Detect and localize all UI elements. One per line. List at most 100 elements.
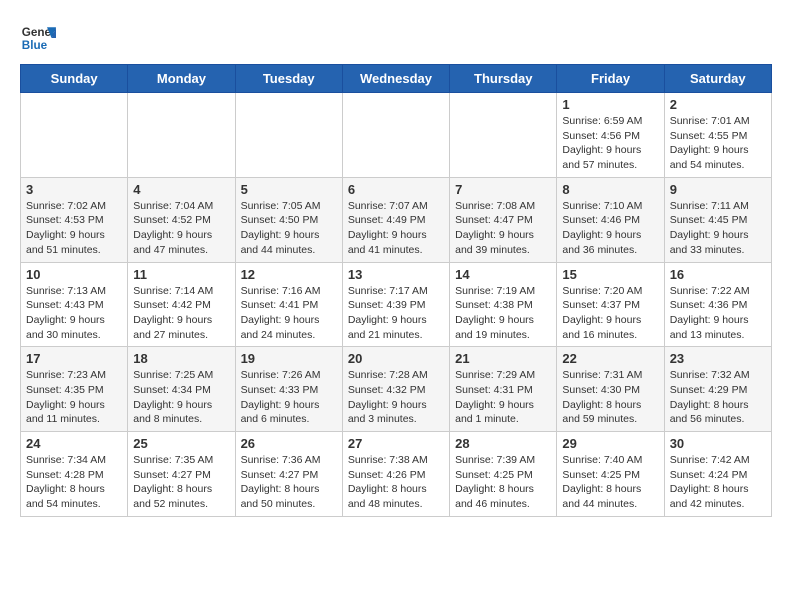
day-number: 21 xyxy=(455,351,551,366)
day-number: 1 xyxy=(562,97,658,112)
day-number: 17 xyxy=(26,351,122,366)
calendar-cell: 26 Sunrise: 7:36 AM Sunset: 4:27 PM Dayli… xyxy=(235,432,342,517)
day-number: 8 xyxy=(562,182,658,197)
day-number: 7 xyxy=(455,182,551,197)
logo-icon: General Blue xyxy=(20,20,56,56)
day-number: 14 xyxy=(455,267,551,282)
day-info: Sunrise: 7:02 AM Sunset: 4:53 PM Dayligh… xyxy=(26,199,122,258)
day-info: Sunrise: 7:10 AM Sunset: 4:46 PM Dayligh… xyxy=(562,199,658,258)
day-number: 26 xyxy=(241,436,337,451)
calendar-cell: 6Sunrise: 7:07 AM Sunset: 4:49 PM Daylig… xyxy=(342,177,449,262)
day-info: Sunrise: 7:16 AM Sunset: 4:41 PM Dayligh… xyxy=(241,284,337,343)
day-number: 16 xyxy=(670,267,766,282)
calendar-week-row: 3Sunrise: 7:02 AM Sunset: 4:53 PM Daylig… xyxy=(21,177,772,262)
day-number: 4 xyxy=(133,182,229,197)
day-number: 28 xyxy=(455,436,551,451)
day-info: Sunrise: 7:29 AM Sunset: 4:31 PM Dayligh… xyxy=(455,368,551,427)
calendar-cell: 22 Sunrise: 7:31 AM Sunset: 4:30 PM Dayli… xyxy=(557,347,664,432)
day-info: Sunrise: 7:13 AM Sunset: 4:43 PM Dayligh… xyxy=(26,284,122,343)
calendar-week-row: 24Sunrise: 7:34 AM Sunset: 4:28 PM Dayli… xyxy=(21,432,772,517)
day-info: Sunrise: 7:42 AM Sunset: 4:24 PM Dayligh… xyxy=(670,453,766,512)
day-info: Sunrise: 7:05 AM Sunset: 4:50 PM Dayligh… xyxy=(241,199,337,258)
day-number: 19 xyxy=(241,351,337,366)
calendar-week-row: 17 Sunrise: 7:23 AM Sunset: 4:35 PM Dayli… xyxy=(21,347,772,432)
day-number: 27 xyxy=(348,436,444,451)
svg-text:Blue: Blue xyxy=(22,39,48,52)
calendar-week-row: 10 Sunrise: 7:13 AM Sunset: 4:43 PM Dayli… xyxy=(21,262,772,347)
day-number: 5 xyxy=(241,182,337,197)
day-info: Sunrise: 7:14 AM Sunset: 4:42 PM Dayligh… xyxy=(133,284,229,343)
day-info: Sunrise: 6:59 AM Sunset: 4:56 PM Dayligh… xyxy=(562,114,658,173)
day-info: Sunrise: 7:40 AM Sunset: 4:25 PM Dayligh… xyxy=(562,453,658,512)
day-number: 11 xyxy=(133,267,229,282)
calendar-cell: 10 Sunrise: 7:13 AM Sunset: 4:43 PM Dayli… xyxy=(21,262,128,347)
calendar-cell: 12 Sunrise: 7:16 AM Sunset: 4:41 PM Dayli… xyxy=(235,262,342,347)
day-info: Sunrise: 7:22 AM Sunset: 4:36 PM Dayligh… xyxy=(670,284,766,343)
day-number: 25 xyxy=(133,436,229,451)
calendar-cell: 2 Sunrise: 7:01 AM Sunset: 4:55 PM Daylig… xyxy=(664,93,771,178)
calendar-cell xyxy=(342,93,449,178)
calendar-cell: 8 Sunrise: 7:10 AM Sunset: 4:46 PM Daylig… xyxy=(557,177,664,262)
calendar-cell xyxy=(128,93,235,178)
calendar-cell: 28Sunrise: 7:39 AM Sunset: 4:25 PM Dayli… xyxy=(450,432,557,517)
day-info: Sunrise: 7:38 AM Sunset: 4:26 PM Dayligh… xyxy=(348,453,444,512)
logo: General Blue xyxy=(20,20,56,56)
day-of-week-header: Friday xyxy=(557,65,664,93)
calendar-cell: 25 Sunrise: 7:35 AM Sunset: 4:27 PM Dayli… xyxy=(128,432,235,517)
page-header: General Blue xyxy=(20,20,772,56)
calendar-cell: 1 Sunrise: 6:59 AM Sunset: 4:56 PM Daylig… xyxy=(557,93,664,178)
day-of-week-header: Tuesday xyxy=(235,65,342,93)
calendar-cell: 4 Sunrise: 7:04 AM Sunset: 4:52 PM Daylig… xyxy=(128,177,235,262)
day-number: 30 xyxy=(670,436,766,451)
calendar-cell: 3Sunrise: 7:02 AM Sunset: 4:53 PM Daylig… xyxy=(21,177,128,262)
calendar-cell xyxy=(21,93,128,178)
calendar-cell: 13 Sunrise: 7:17 AM Sunset: 4:39 PM Dayli… xyxy=(342,262,449,347)
day-number: 2 xyxy=(670,97,766,112)
calendar-cell: 9 Sunrise: 7:11 AM Sunset: 4:45 PM Daylig… xyxy=(664,177,771,262)
day-info: Sunrise: 7:17 AM Sunset: 4:39 PM Dayligh… xyxy=(348,284,444,343)
day-info: Sunrise: 7:20 AM Sunset: 4:37 PM Dayligh… xyxy=(562,284,658,343)
day-info: Sunrise: 7:32 AM Sunset: 4:29 PM Dayligh… xyxy=(670,368,766,427)
day-info: Sunrise: 7:26 AM Sunset: 4:33 PM Dayligh… xyxy=(241,368,337,427)
calendar-cell: 16 Sunrise: 7:22 AM Sunset: 4:36 PM Dayli… xyxy=(664,262,771,347)
calendar-cell xyxy=(235,93,342,178)
day-info: Sunrise: 7:01 AM Sunset: 4:55 PM Dayligh… xyxy=(670,114,766,173)
calendar-header-row: SundayMondayTuesdayWednesdayThursdayFrid… xyxy=(21,65,772,93)
calendar-cell: 20 Sunrise: 7:28 AM Sunset: 4:32 PM Dayli… xyxy=(342,347,449,432)
day-number: 13 xyxy=(348,267,444,282)
day-info: Sunrise: 7:11 AM Sunset: 4:45 PM Dayligh… xyxy=(670,199,766,258)
day-info: Sunrise: 7:19 AM Sunset: 4:38 PM Dayligh… xyxy=(455,284,551,343)
calendar-cell: 27 Sunrise: 7:38 AM Sunset: 4:26 PM Dayli… xyxy=(342,432,449,517)
day-of-week-header: Sunday xyxy=(21,65,128,93)
day-info: Sunrise: 7:31 AM Sunset: 4:30 PM Dayligh… xyxy=(562,368,658,427)
day-info: Sunrise: 7:08 AM Sunset: 4:47 PM Dayligh… xyxy=(455,199,551,258)
calendar-cell: 15Sunrise: 7:20 AM Sunset: 4:37 PM Dayli… xyxy=(557,262,664,347)
day-of-week-header: Monday xyxy=(128,65,235,93)
calendar-cell: 7 Sunrise: 7:08 AM Sunset: 4:47 PM Daylig… xyxy=(450,177,557,262)
day-info: Sunrise: 7:25 AM Sunset: 4:34 PM Dayligh… xyxy=(133,368,229,427)
calendar-cell: 30 Sunrise: 7:42 AM Sunset: 4:24 PM Dayli… xyxy=(664,432,771,517)
day-info: Sunrise: 7:34 AM Sunset: 4:28 PM Dayligh… xyxy=(26,453,122,512)
day-info: Sunrise: 7:35 AM Sunset: 4:27 PM Dayligh… xyxy=(133,453,229,512)
day-info: Sunrise: 7:36 AM Sunset: 4:27 PM Dayligh… xyxy=(241,453,337,512)
day-info: Sunrise: 7:23 AM Sunset: 4:35 PM Dayligh… xyxy=(26,368,122,427)
day-of-week-header: Saturday xyxy=(664,65,771,93)
calendar-week-row: 1 Sunrise: 6:59 AM Sunset: 4:56 PM Daylig… xyxy=(21,93,772,178)
day-info: Sunrise: 7:04 AM Sunset: 4:52 PM Dayligh… xyxy=(133,199,229,258)
day-number: 20 xyxy=(348,351,444,366)
calendar-cell xyxy=(450,93,557,178)
day-number: 10 xyxy=(26,267,122,282)
calendar-table: SundayMondayTuesdayWednesdayThursdayFrid… xyxy=(20,64,772,517)
calendar-cell: 18 Sunrise: 7:25 AM Sunset: 4:34 PM Dayli… xyxy=(128,347,235,432)
day-number: 22 xyxy=(562,351,658,366)
calendar-cell: 17 Sunrise: 7:23 AM Sunset: 4:35 PM Dayli… xyxy=(21,347,128,432)
calendar-cell: 11 Sunrise: 7:14 AM Sunset: 4:42 PM Dayli… xyxy=(128,262,235,347)
day-of-week-header: Wednesday xyxy=(342,65,449,93)
day-number: 18 xyxy=(133,351,229,366)
day-info: Sunrise: 7:28 AM Sunset: 4:32 PM Dayligh… xyxy=(348,368,444,427)
day-number: 9 xyxy=(670,182,766,197)
calendar-cell: 5 Sunrise: 7:05 AM Sunset: 4:50 PM Daylig… xyxy=(235,177,342,262)
day-number: 29 xyxy=(562,436,658,451)
day-number: 12 xyxy=(241,267,337,282)
day-info: Sunrise: 7:07 AM Sunset: 4:49 PM Dayligh… xyxy=(348,199,444,258)
